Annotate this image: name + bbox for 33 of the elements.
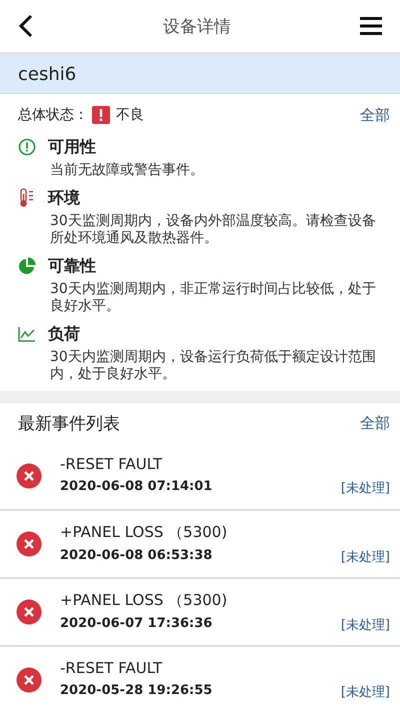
overall-status-label: 总体状态： [18, 106, 88, 124]
event-item[interactable]: -RESET FAULT 2020-05-28 19:26:55 [未处理] [0, 647, 400, 711]
event-status: [未处理] [340, 480, 390, 497]
event-time: 2020-06-08 07:14:01 [60, 479, 212, 496]
category-title: 可用性 [48, 136, 96, 158]
category-description: 30天内监测周期内，非正常运行时间占比较低，处于良好水平。 [50, 281, 377, 315]
category-description: 当前无故障或警告事件。 [50, 162, 205, 179]
event-time: 2020-05-28 19:26:55 [60, 683, 212, 700]
all-link[interactable]: 全部 [360, 106, 390, 124]
event-status: [未处理] [340, 548, 390, 566]
category-title: 负荷 [48, 324, 80, 344]
event-item[interactable]: -RESET FAULT 2020-06-08 07:14:01 [未处理] [0, 443, 400, 511]
event-name: -RESET FAULT [60, 659, 164, 677]
overall-status-value: 不良 [116, 106, 144, 124]
category-description: 30天监测周期内，设备内外部温度较高。请检查设备所处环境通风及散热器件。 [50, 213, 377, 247]
event-time: 2020-06-07 17:36:36 [60, 616, 212, 632]
event-status: [未处理] [340, 684, 390, 701]
category-title: 环境 [48, 188, 80, 208]
category-description: 30天内监测周期内，设备运行负荷低于额定设计范围内，处于良好水平。 [50, 349, 377, 383]
back-icon[interactable] [18, 14, 34, 38]
event-time: 2020-06-08 06:53:38 [60, 548, 212, 564]
category-title: 可靠性 [48, 256, 96, 276]
device-name: ceshi6 [18, 64, 76, 84]
event-name: +PANEL LOSS （5300) [60, 590, 228, 610]
event-item[interactable]: +PANEL LOSS （5300) 2020-06-08 06:53:38 [未处理] [0, 511, 400, 579]
all-link[interactable]: 全部 [360, 414, 390, 432]
section-title: 最新事件列表 [18, 412, 120, 434]
page-title: 设备详情 [163, 16, 231, 38]
event-item[interactable]: +PANEL LOSS （5300) 2020-06-07 17:36:36 [未处理] [0, 579, 400, 647]
event-name: -RESET FAULT [60, 455, 164, 473]
event-name: +PANEL LOSS （5300) [60, 522, 228, 542]
event-status: [未处理] [340, 616, 390, 634]
menu-icon[interactable] [360, 17, 382, 35]
